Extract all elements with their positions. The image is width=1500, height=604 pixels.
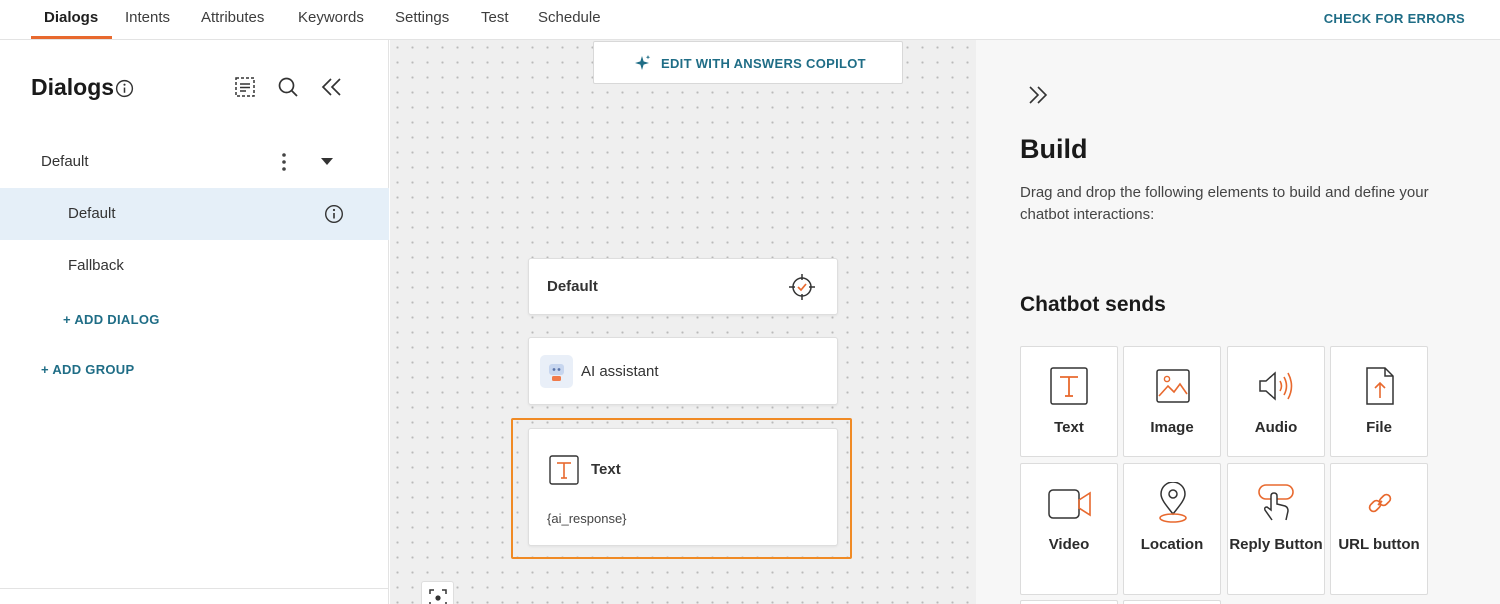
check-for-errors-button[interactable]: CHECK FOR ERRORS bbox=[1324, 11, 1465, 26]
tab-keywords[interactable]: Keywords bbox=[298, 0, 364, 40]
video-icon bbox=[1048, 489, 1091, 519]
element-tile-url-button[interactable]: URL button bbox=[1330, 463, 1428, 595]
url-button-icon bbox=[1368, 493, 1392, 513]
fit-view-button[interactable] bbox=[421, 581, 454, 604]
text-icon bbox=[1050, 367, 1088, 405]
element-tile-video[interactable]: Video bbox=[1020, 463, 1118, 595]
copilot-button-label: EDIT WITH ANSWERS COPILOT bbox=[661, 56, 866, 71]
dialogs-sidebar: Dialogs Default Default Fallback + ADD D… bbox=[0, 40, 389, 604]
caret-down-icon[interactable] bbox=[320, 157, 334, 166]
focus-center-icon bbox=[429, 589, 447, 604]
dialog-item-fallback[interactable]: Fallback bbox=[68, 257, 124, 274]
sidebar-bottom-divider bbox=[0, 588, 389, 589]
panel-title: Build bbox=[1020, 134, 1088, 164]
robot-icon bbox=[549, 364, 564, 381]
dialog-info-icon[interactable] bbox=[324, 204, 344, 224]
add-dialog-button[interactable]: + ADD DIALOG bbox=[63, 312, 160, 327]
dialog-canvas[interactable]: EDIT WITH ANSWERS COPILOT Default AI ass… bbox=[390, 40, 976, 604]
dialog-group-label[interactable]: Default bbox=[41, 153, 89, 170]
sidebar-title: Dialogs bbox=[31, 74, 115, 100]
info-icon[interactable] bbox=[115, 79, 134, 98]
collapse-left-icon[interactable] bbox=[321, 77, 343, 97]
start-node-default[interactable]: Default bbox=[528, 258, 838, 315]
element-tile-location[interactable]: Location bbox=[1123, 463, 1221, 595]
tab-settings[interactable]: Settings bbox=[395, 0, 449, 40]
element-label-location: Location bbox=[1140, 536, 1204, 553]
edit-with-copilot-button[interactable]: EDIT WITH ANSWERS COPILOT bbox=[593, 41, 903, 84]
section-title-chatbot-sends: Chatbot sends bbox=[1020, 293, 1166, 316]
text-node-title: Text bbox=[591, 461, 621, 478]
element-tile-audio[interactable]: Audio bbox=[1227, 346, 1325, 457]
tab-schedule[interactable]: Schedule bbox=[538, 0, 601, 40]
panel-description: Drag and drop the following elements to … bbox=[1020, 184, 1429, 223]
element-label-file: File bbox=[1366, 419, 1392, 436]
element-label-video: Video bbox=[1048, 536, 1090, 553]
sparkle-icon bbox=[635, 55, 651, 70]
text-node-content: {ai_response} bbox=[547, 511, 627, 526]
element-label-url-button: URL button bbox=[1338, 536, 1420, 553]
text-icon bbox=[549, 455, 579, 485]
add-group-button[interactable]: + ADD GROUP bbox=[41, 362, 134, 377]
target-icon bbox=[789, 274, 815, 300]
audio-icon bbox=[1259, 371, 1293, 401]
list-view-icon[interactable] bbox=[234, 76, 256, 98]
element-tile-file[interactable]: File bbox=[1330, 346, 1428, 457]
text-node[interactable]: Text {ai_response} bbox=[528, 428, 838, 546]
tab-test[interactable]: Test bbox=[481, 0, 509, 40]
element-label-text: Text bbox=[1054, 419, 1084, 436]
element-tile-more-2[interactable] bbox=[1123, 600, 1221, 604]
top-navigation: Dialogs Intents Attributes Keywords Sett… bbox=[0, 0, 1500, 40]
active-tab-indicator bbox=[31, 36, 112, 39]
element-label-reply-button: Reply Button bbox=[1229, 536, 1323, 553]
element-label-audio: Audio bbox=[1254, 419, 1298, 436]
image-icon bbox=[1156, 369, 1190, 403]
ai-assistant-avatar bbox=[540, 355, 573, 388]
build-panel: Build Drag and drop the following elemen… bbox=[976, 40, 1500, 604]
reply-button-icon bbox=[1258, 484, 1294, 521]
element-tile-text[interactable]: Text bbox=[1020, 346, 1118, 457]
start-node-title: Default bbox=[547, 278, 598, 295]
element-tile-image[interactable]: Image bbox=[1123, 346, 1221, 457]
tab-dialogs[interactable]: Dialogs bbox=[44, 0, 98, 40]
element-tile-more-1[interactable] bbox=[1020, 600, 1118, 604]
ai-assistant-label: AI assistant bbox=[581, 363, 659, 380]
location-icon bbox=[1159, 482, 1187, 523]
search-icon[interactable] bbox=[277, 76, 299, 98]
element-tile-reply-button[interactable]: Reply Button bbox=[1227, 463, 1325, 595]
more-vertical-icon[interactable] bbox=[280, 151, 288, 173]
element-label-image: Image bbox=[1150, 419, 1194, 436]
tab-attributes[interactable]: Attributes bbox=[201, 0, 264, 40]
file-icon bbox=[1366, 367, 1394, 405]
expand-right-icon[interactable] bbox=[1028, 85, 1048, 105]
dialog-item-default[interactable]: Default bbox=[68, 205, 116, 222]
tab-intents[interactable]: Intents bbox=[125, 0, 170, 40]
ai-assistant-node[interactable]: AI assistant bbox=[528, 337, 838, 405]
